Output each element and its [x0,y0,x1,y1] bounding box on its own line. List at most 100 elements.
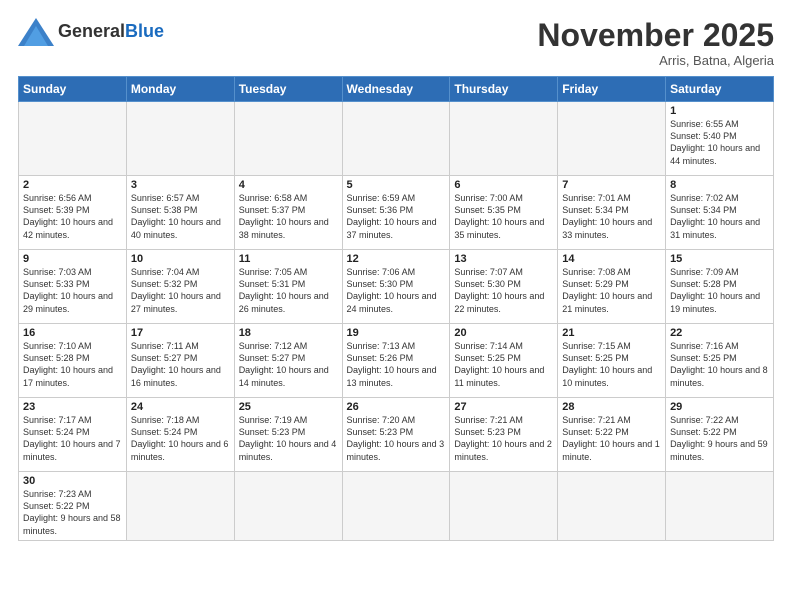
day-number: 13 [454,253,553,265]
header-row: Sunday Monday Tuesday Wednesday Thursday… [19,77,774,102]
day-cell [234,472,342,541]
day-number: 1 [670,105,769,117]
day-cell: 29Sunrise: 7:22 AM Sunset: 5:22 PM Dayli… [666,398,774,472]
day-info: Sunrise: 7:19 AM Sunset: 5:23 PM Dayligh… [239,414,338,463]
day-info: Sunrise: 7:21 AM Sunset: 5:22 PM Dayligh… [562,414,661,463]
day-number: 5 [347,179,446,191]
day-number: 22 [670,327,769,339]
day-number: 7 [562,179,661,191]
day-cell: 19Sunrise: 7:13 AM Sunset: 5:26 PM Dayli… [342,324,450,398]
day-cell: 7Sunrise: 7:01 AM Sunset: 5:34 PM Daylig… [558,176,666,250]
day-info: Sunrise: 7:12 AM Sunset: 5:27 PM Dayligh… [239,340,338,389]
day-info: Sunrise: 7:08 AM Sunset: 5:29 PM Dayligh… [562,266,661,315]
day-cell: 17Sunrise: 7:11 AM Sunset: 5:27 PM Dayli… [126,324,234,398]
day-number: 8 [670,179,769,191]
day-cell [666,472,774,541]
day-info: Sunrise: 7:10 AM Sunset: 5:28 PM Dayligh… [23,340,122,389]
col-monday: Monday [126,77,234,102]
calendar: Sunday Monday Tuesday Wednesday Thursday… [18,76,774,541]
day-info: Sunrise: 7:15 AM Sunset: 5:25 PM Dayligh… [562,340,661,389]
col-saturday: Saturday [666,77,774,102]
col-wednesday: Wednesday [342,77,450,102]
day-info: Sunrise: 7:03 AM Sunset: 5:33 PM Dayligh… [23,266,122,315]
day-number: 17 [131,327,230,339]
day-cell [234,102,342,176]
day-cell [126,102,234,176]
day-cell [342,472,450,541]
day-cell: 3Sunrise: 6:57 AM Sunset: 5:38 PM Daylig… [126,176,234,250]
day-info: Sunrise: 7:22 AM Sunset: 5:22 PM Dayligh… [670,414,769,463]
day-info: Sunrise: 6:59 AM Sunset: 5:36 PM Dayligh… [347,192,446,241]
day-number: 20 [454,327,553,339]
day-cell: 12Sunrise: 7:06 AM Sunset: 5:30 PM Dayli… [342,250,450,324]
col-thursday: Thursday [450,77,558,102]
day-number: 29 [670,401,769,413]
day-cell: 20Sunrise: 7:14 AM Sunset: 5:25 PM Dayli… [450,324,558,398]
day-info: Sunrise: 7:02 AM Sunset: 5:34 PM Dayligh… [670,192,769,241]
day-info: Sunrise: 7:09 AM Sunset: 5:28 PM Dayligh… [670,266,769,315]
day-number: 18 [239,327,338,339]
day-cell: 8Sunrise: 7:02 AM Sunset: 5:34 PM Daylig… [666,176,774,250]
day-info: Sunrise: 7:11 AM Sunset: 5:27 PM Dayligh… [131,340,230,389]
day-number: 23 [23,401,122,413]
logo-text: GeneralBlue [58,22,164,42]
col-sunday: Sunday [19,77,127,102]
month-year: November 2025 [537,18,774,53]
day-cell [126,472,234,541]
day-number: 24 [131,401,230,413]
location: Arris, Batna, Algeria [537,53,774,68]
day-number: 12 [347,253,446,265]
day-cell: 26Sunrise: 7:20 AM Sunset: 5:23 PM Dayli… [342,398,450,472]
logo-icon [18,18,54,46]
day-cell: 23Sunrise: 7:17 AM Sunset: 5:24 PM Dayli… [19,398,127,472]
day-info: Sunrise: 7:17 AM Sunset: 5:24 PM Dayligh… [23,414,122,463]
day-number: 30 [23,475,122,487]
day-info: Sunrise: 7:06 AM Sunset: 5:30 PM Dayligh… [347,266,446,315]
day-info: Sunrise: 6:56 AM Sunset: 5:39 PM Dayligh… [23,192,122,241]
day-cell: 9Sunrise: 7:03 AM Sunset: 5:33 PM Daylig… [19,250,127,324]
day-cell: 24Sunrise: 7:18 AM Sunset: 5:24 PM Dayli… [126,398,234,472]
day-cell: 15Sunrise: 7:09 AM Sunset: 5:28 PM Dayli… [666,250,774,324]
day-info: Sunrise: 7:18 AM Sunset: 5:24 PM Dayligh… [131,414,230,463]
day-cell: 6Sunrise: 7:00 AM Sunset: 5:35 PM Daylig… [450,176,558,250]
day-cell: 27Sunrise: 7:21 AM Sunset: 5:23 PM Dayli… [450,398,558,472]
day-number: 9 [23,253,122,265]
day-cell: 5Sunrise: 6:59 AM Sunset: 5:36 PM Daylig… [342,176,450,250]
week-row-0: 1Sunrise: 6:55 AM Sunset: 5:40 PM Daylig… [19,102,774,176]
day-number: 26 [347,401,446,413]
day-number: 2 [23,179,122,191]
title-section: November 2025 Arris, Batna, Algeria [537,18,774,68]
day-cell: 18Sunrise: 7:12 AM Sunset: 5:27 PM Dayli… [234,324,342,398]
day-info: Sunrise: 7:16 AM Sunset: 5:25 PM Dayligh… [670,340,769,389]
day-cell [450,102,558,176]
week-row-3: 16Sunrise: 7:10 AM Sunset: 5:28 PM Dayli… [19,324,774,398]
col-tuesday: Tuesday [234,77,342,102]
header: GeneralBlue November 2025 Arris, Batna, … [18,18,774,68]
day-info: Sunrise: 6:58 AM Sunset: 5:37 PM Dayligh… [239,192,338,241]
day-cell [558,472,666,541]
day-cell: 4Sunrise: 6:58 AM Sunset: 5:37 PM Daylig… [234,176,342,250]
day-cell [342,102,450,176]
day-info: Sunrise: 7:07 AM Sunset: 5:30 PM Dayligh… [454,266,553,315]
day-number: 28 [562,401,661,413]
day-cell: 16Sunrise: 7:10 AM Sunset: 5:28 PM Dayli… [19,324,127,398]
day-cell: 10Sunrise: 7:04 AM Sunset: 5:32 PM Dayli… [126,250,234,324]
day-info: Sunrise: 7:05 AM Sunset: 5:31 PM Dayligh… [239,266,338,315]
week-row-5: 30Sunrise: 7:23 AM Sunset: 5:22 PM Dayli… [19,472,774,541]
day-number: 19 [347,327,446,339]
day-info: Sunrise: 7:13 AM Sunset: 5:26 PM Dayligh… [347,340,446,389]
day-number: 3 [131,179,230,191]
day-number: 25 [239,401,338,413]
day-number: 11 [239,253,338,265]
week-row-4: 23Sunrise: 7:17 AM Sunset: 5:24 PM Dayli… [19,398,774,472]
day-info: Sunrise: 7:00 AM Sunset: 5:35 PM Dayligh… [454,192,553,241]
day-info: Sunrise: 6:57 AM Sunset: 5:38 PM Dayligh… [131,192,230,241]
day-cell: 30Sunrise: 7:23 AM Sunset: 5:22 PM Dayli… [19,472,127,541]
day-cell: 28Sunrise: 7:21 AM Sunset: 5:22 PM Dayli… [558,398,666,472]
page: GeneralBlue November 2025 Arris, Batna, … [0,0,792,612]
day-info: Sunrise: 7:14 AM Sunset: 5:25 PM Dayligh… [454,340,553,389]
day-info: Sunrise: 6:55 AM Sunset: 5:40 PM Dayligh… [670,118,769,167]
day-number: 4 [239,179,338,191]
day-info: Sunrise: 7:20 AM Sunset: 5:23 PM Dayligh… [347,414,446,463]
day-cell: 11Sunrise: 7:05 AM Sunset: 5:31 PM Dayli… [234,250,342,324]
